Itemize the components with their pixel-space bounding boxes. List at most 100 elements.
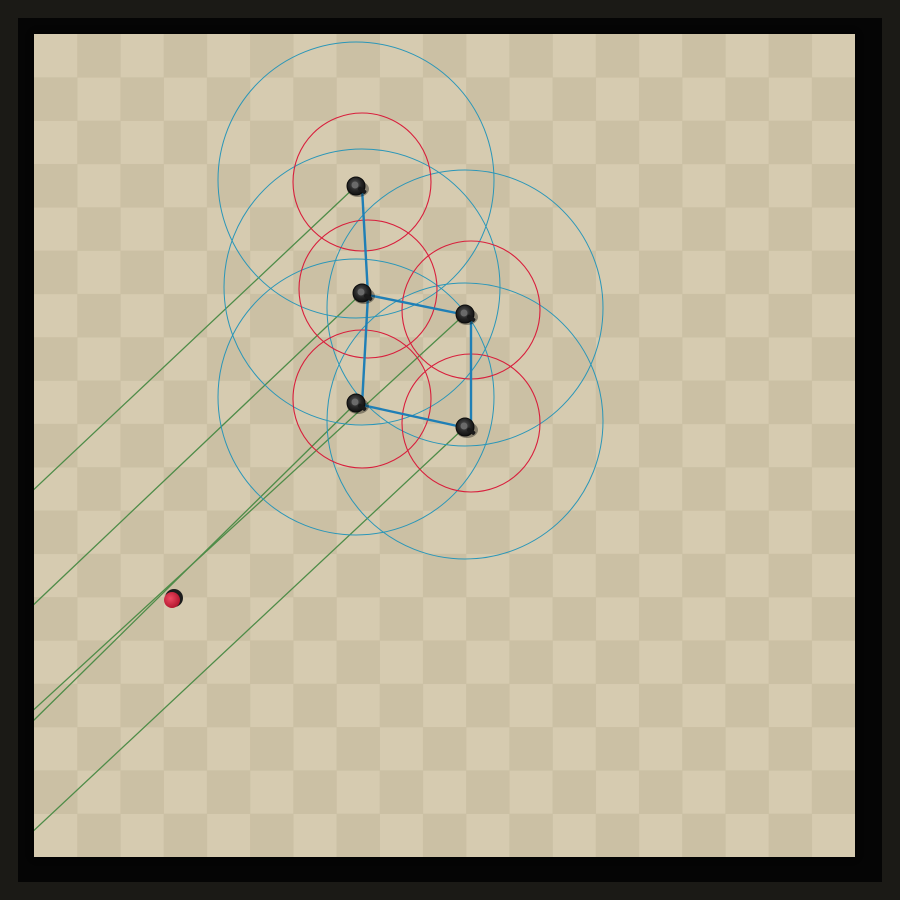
floor-tile <box>206 770 251 814</box>
floor-tile <box>293 770 337 814</box>
floor-tile <box>120 337 164 381</box>
floor-tile <box>638 770 683 814</box>
floor-tile <box>379 510 424 555</box>
floor-tile <box>552 163 597 208</box>
floor-tile <box>120 250 164 295</box>
floor-tile <box>811 770 855 814</box>
floor-tile <box>768 293 813 338</box>
floor-tile <box>293 683 337 728</box>
unit-head-icon <box>351 398 359 406</box>
floor-tile <box>811 337 855 381</box>
floor-tile <box>34 77 78 121</box>
floor-tile <box>163 640 208 685</box>
floor-tile <box>595 120 640 165</box>
floor-tile <box>682 813 726 857</box>
floor-tile <box>552 77 597 121</box>
floor-tile <box>509 640 553 685</box>
floor-tile <box>163 813 208 857</box>
floor-tile <box>120 423 164 468</box>
floor-tile <box>595 553 640 598</box>
floor-tile <box>638 597 683 641</box>
floor-tile <box>422 727 467 771</box>
floor-tile <box>163 34 208 78</box>
floor-tile <box>466 510 510 555</box>
floor-tile <box>682 727 726 771</box>
floor-tile <box>77 380 121 425</box>
floor-tile <box>768 813 813 857</box>
floor-tile <box>250 467 294 511</box>
floor-tile <box>638 163 683 208</box>
floor-tile <box>422 467 467 511</box>
game-frame <box>0 0 900 900</box>
floor-tile <box>250 207 294 251</box>
floor-tile <box>768 120 813 165</box>
floor-tile <box>509 120 553 165</box>
floor-tile <box>77 207 121 251</box>
floor-tile <box>379 250 424 295</box>
floor-tile <box>725 423 769 468</box>
floor-tile <box>725 683 769 728</box>
floor-tile <box>379 770 424 814</box>
floor-tile <box>552 683 597 728</box>
floor-tile <box>34 597 78 641</box>
floor-tile <box>120 77 164 121</box>
floor-tile <box>466 597 510 641</box>
floor-tile <box>638 250 683 295</box>
floor-tile <box>250 640 294 685</box>
floor-tile <box>293 597 337 641</box>
floor-tile <box>466 250 510 295</box>
floor-tile <box>336 727 380 771</box>
floor-tile <box>120 510 164 555</box>
floor-tile <box>509 467 553 511</box>
floor-tile <box>509 553 553 598</box>
floor-tile <box>336 553 380 598</box>
floor-tile <box>811 250 855 295</box>
floor-tile <box>552 770 597 814</box>
floor-tile <box>595 467 640 511</box>
floor-tile <box>725 510 769 555</box>
floor-tile <box>466 770 510 814</box>
floor-tile <box>34 770 78 814</box>
floor-tile <box>293 250 337 295</box>
floor-tile <box>34 423 78 468</box>
floor-tile <box>682 34 726 78</box>
floor-tile <box>422 640 467 685</box>
floor-tile <box>595 640 640 685</box>
floor-tile <box>595 380 640 425</box>
floor-tile <box>595 207 640 251</box>
floor-tile <box>725 337 769 381</box>
unit-head-icon <box>357 288 365 296</box>
floor-tile <box>34 163 78 208</box>
floor-tile <box>34 510 78 555</box>
floor-tile <box>466 683 510 728</box>
floor-tile <box>682 293 726 338</box>
floor-tile <box>120 770 164 814</box>
floor-tile <box>638 423 683 468</box>
floor-tile <box>293 423 337 468</box>
floor-tile <box>509 207 553 251</box>
floor-tile <box>163 293 208 338</box>
floor-tile <box>206 250 251 295</box>
floor-tile <box>466 77 510 121</box>
floor-tile <box>163 207 208 251</box>
floor-tile <box>422 34 467 78</box>
floor-tile <box>811 597 855 641</box>
floor-tile <box>768 640 813 685</box>
floor-tile <box>811 163 855 208</box>
floor-tile <box>163 467 208 511</box>
game-board[interactable] <box>34 34 855 857</box>
floor-tile <box>638 510 683 555</box>
floor-tile <box>595 813 640 857</box>
floor-tile <box>638 77 683 121</box>
board-canvas[interactable] <box>34 34 855 857</box>
floor-tile <box>811 510 855 555</box>
floor-tile <box>552 423 597 468</box>
floor-tile <box>725 163 769 208</box>
floor-tile <box>682 120 726 165</box>
floor-tile <box>422 207 467 251</box>
floor-tile <box>768 34 813 78</box>
floor-tile <box>120 163 164 208</box>
floor-tile <box>77 34 121 78</box>
unit-head-icon <box>351 181 359 189</box>
floor-tile <box>422 553 467 598</box>
